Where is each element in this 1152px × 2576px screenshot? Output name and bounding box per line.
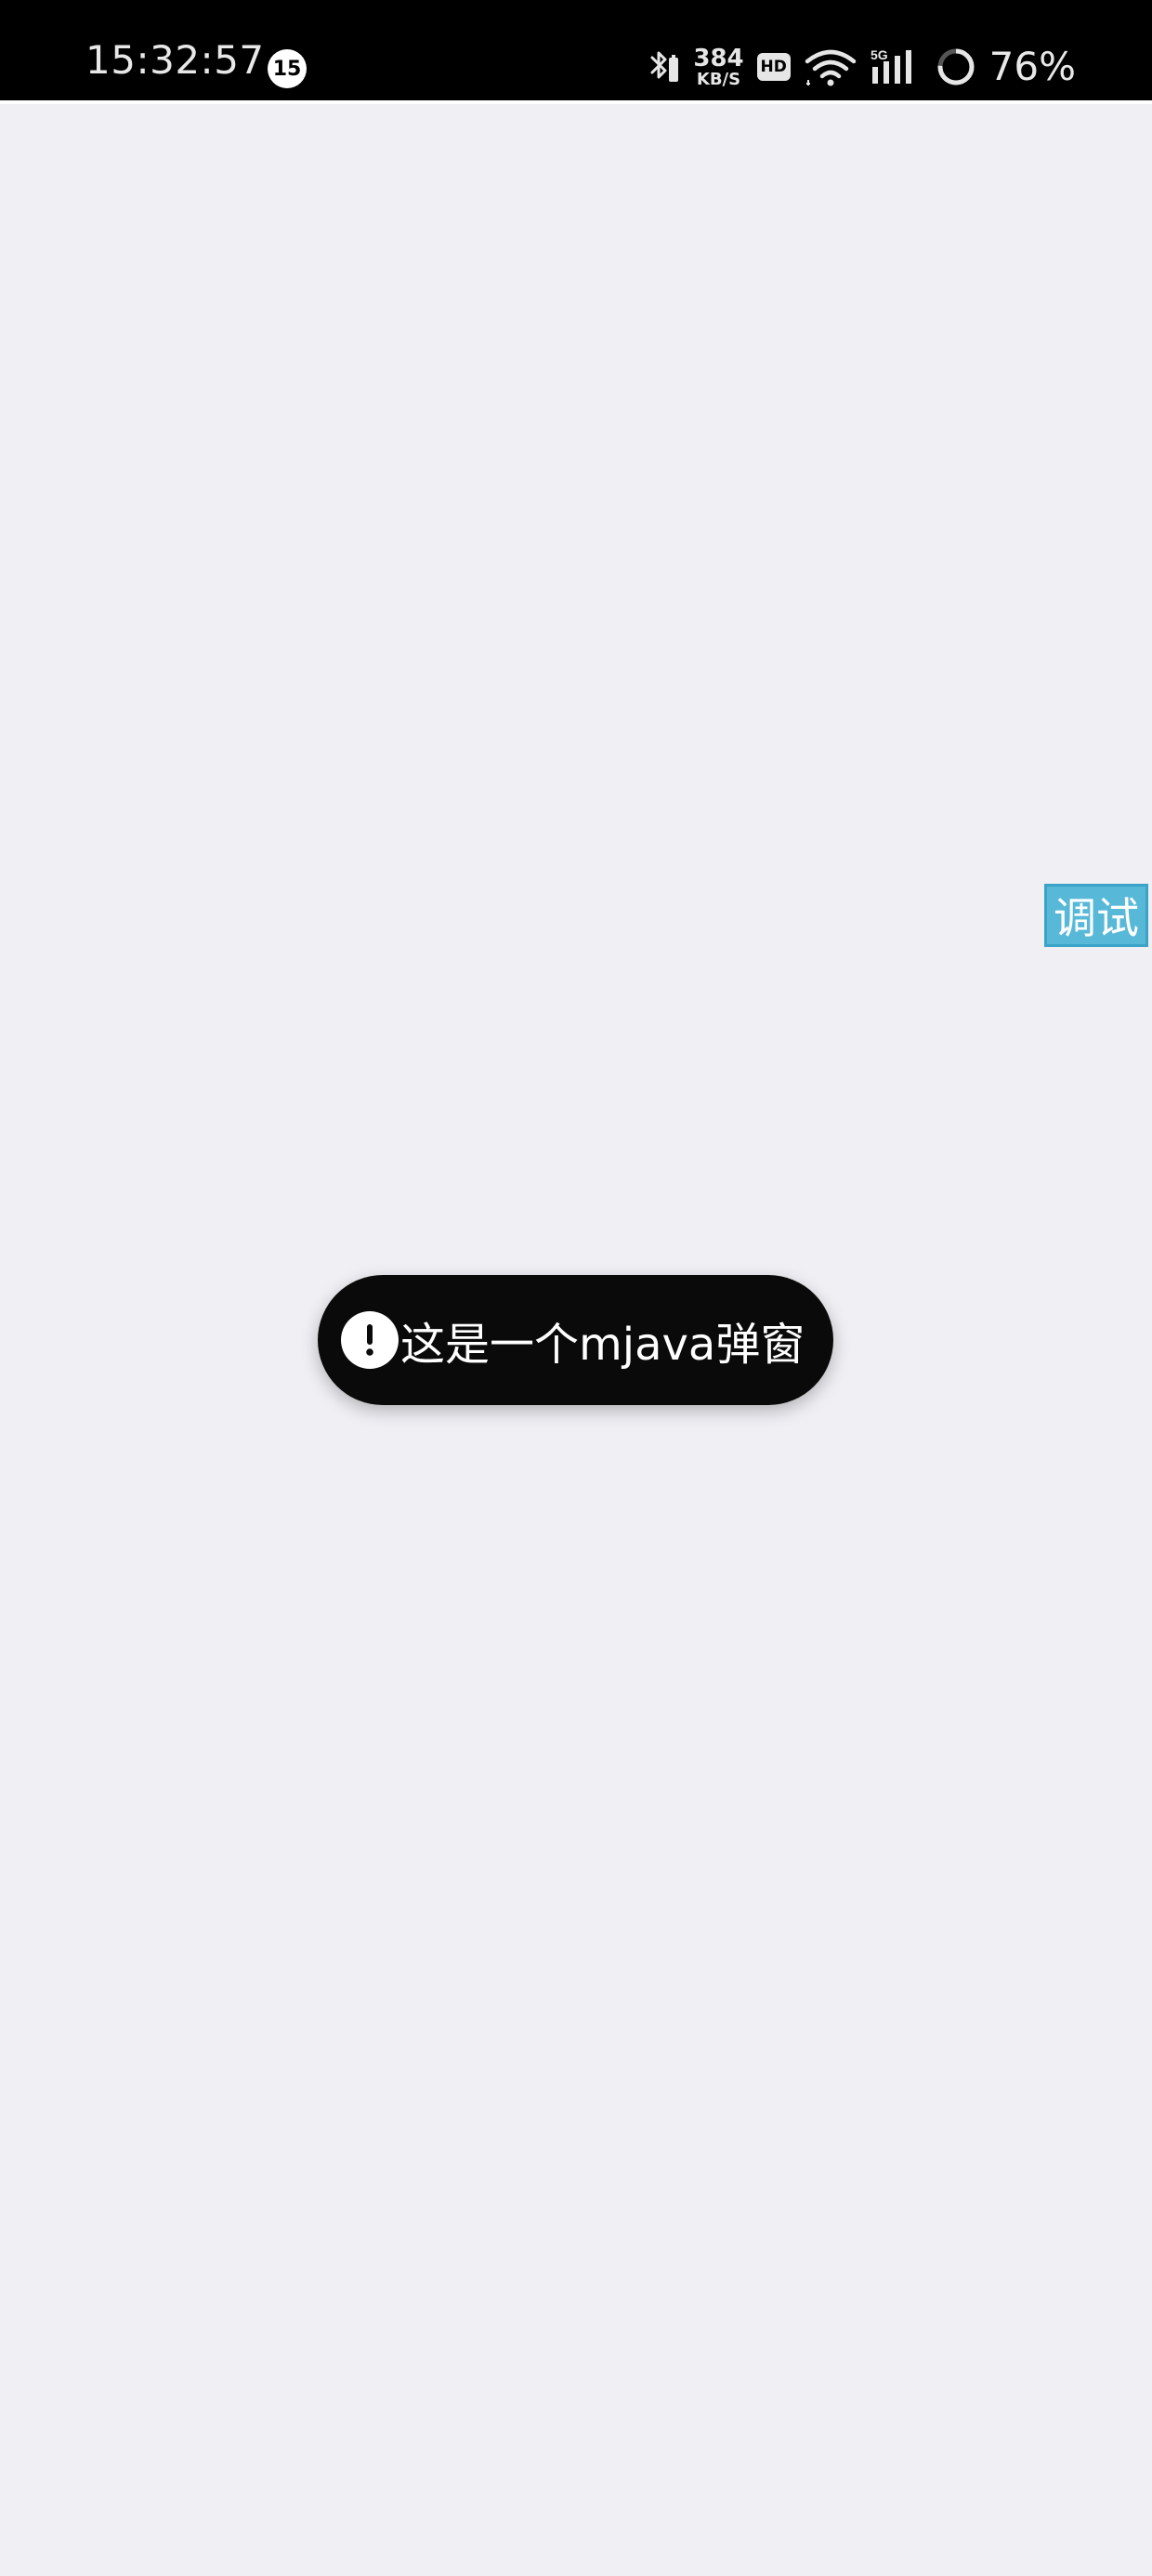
exclamation-icon <box>341 1311 399 1369</box>
network-speed-unit: KB/S <box>696 69 741 89</box>
status-icons: 384 KB/S HD 5G 76% <box>643 43 1076 91</box>
bluetooth-icon <box>643 46 680 87</box>
toast: 这是一个mjava弹窗 <box>318 1275 833 1405</box>
app-screen: 15:32:57 15 384 KB/S HD 5G 76% 调试 这是一个mj… <box>0 0 1152 2576</box>
network-speed: 384 KB/S <box>693 46 743 88</box>
status-bar: 15:32:57 15 384 KB/S HD 5G 76% <box>0 0 1152 100</box>
status-time: 15:32:57 <box>85 37 265 83</box>
notification-badge: 15 <box>268 49 307 88</box>
network-speed-value: 384 <box>693 44 744 72</box>
status-divider <box>0 100 1152 104</box>
battery-ring-icon <box>936 46 976 87</box>
hd-icon: HD <box>756 53 791 81</box>
debug-button[interactable]: 调试 <box>1044 884 1148 947</box>
battery-percent: 76% <box>988 44 1076 89</box>
wifi-icon <box>804 46 857 87</box>
toast-message: 这是一个mjava弹窗 <box>400 1319 805 1371</box>
signal-icon: 5G <box>871 46 923 87</box>
svg-text:5G: 5G <box>871 47 888 62</box>
